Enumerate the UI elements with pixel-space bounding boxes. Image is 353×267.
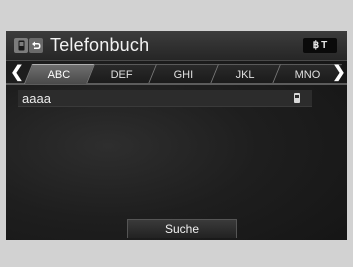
contact-name: aaaa: [22, 91, 51, 106]
back-icon[interactable]: [29, 38, 43, 53]
signal-icon: T: [321, 39, 328, 51]
search-button[interactable]: Suche: [127, 219, 237, 238]
tab-def[interactable]: DEF: [85, 64, 157, 84]
phone-device-icon: [294, 93, 300, 103]
tab-abc[interactable]: ABC: [23, 64, 95, 84]
page-title: Telefonbuch: [50, 35, 150, 55]
contact-list-item[interactable]: aaaa: [18, 90, 312, 107]
phonebook-screen: Telefonbuch ฿ T ❮ MNO JKL GHI DEF ABC ❯ …: [6, 31, 347, 240]
header-bar: Telefonbuch ฿ T: [6, 31, 347, 61]
status-indicator: ฿ T: [303, 38, 337, 53]
chevron-left-icon[interactable]: ❮: [9, 62, 25, 84]
chevron-right-icon[interactable]: ❯: [331, 62, 347, 84]
bluetooth-icon: ฿: [312, 39, 320, 51]
tab-ghi[interactable]: GHI: [147, 64, 219, 84]
frame: Telefonbuch ฿ T ❮ MNO JKL GHI DEF ABC ❯ …: [0, 0, 353, 267]
tabs-row: ❮ MNO JKL GHI DEF ABC ❯: [6, 62, 347, 84]
phone-icon[interactable]: [14, 38, 28, 53]
alphabet-tabs: MNO JKL GHI DEF ABC: [23, 64, 343, 84]
tab-jkl[interactable]: JKL: [209, 64, 281, 84]
